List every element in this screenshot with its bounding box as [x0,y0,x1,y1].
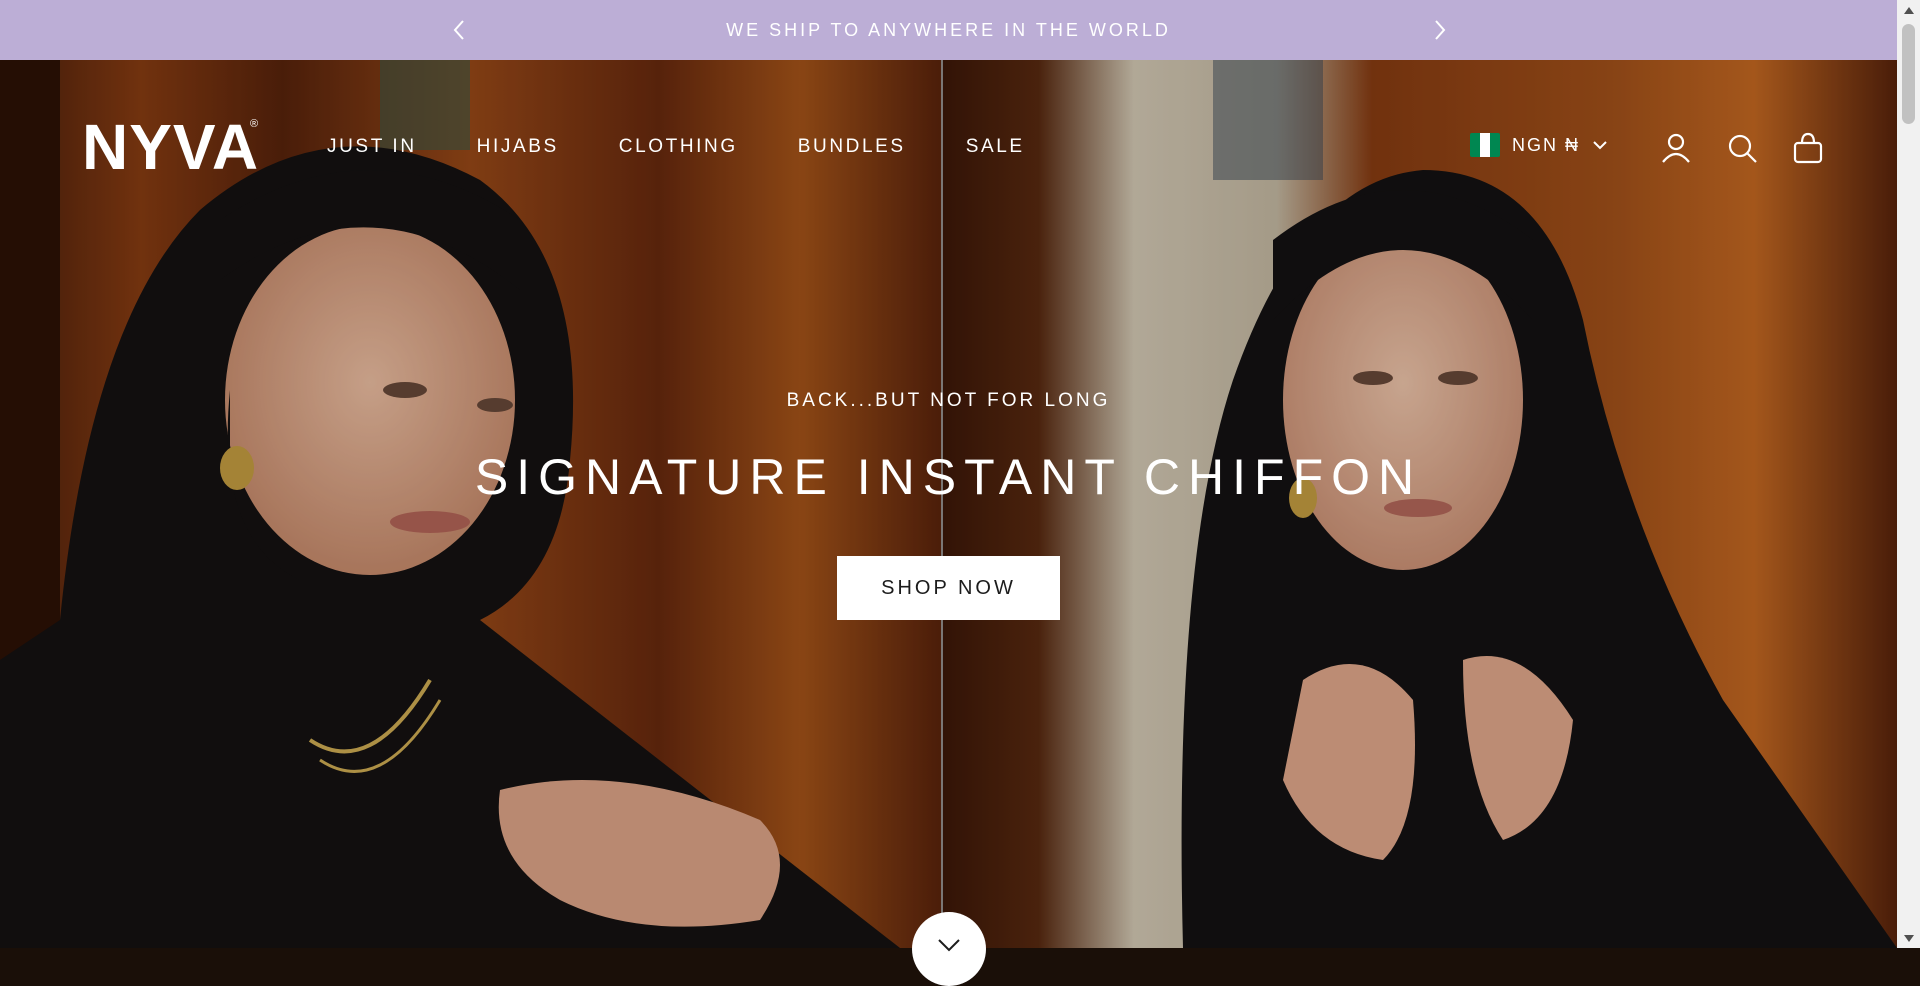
triangle-up-icon [1903,6,1914,14]
nav-bundles[interactable]: BUNDLES [798,136,906,158]
chevron-right-icon [1435,20,1446,40]
scroll-down-arrow[interactable] [1902,932,1915,944]
scroll-down-button[interactable] [912,912,986,986]
nav-clothing[interactable]: CLOTHING [619,136,738,158]
chevron-down-icon [1593,141,1607,150]
chevron-down-icon [938,939,960,952]
main-nav: JUST IN HIJABS CLOTHING BUNDLES SALE [327,136,1085,158]
shop-now-button[interactable]: SHOP NOW [837,556,1060,620]
search-button[interactable] [1724,130,1760,166]
registered-mark: ® [250,118,259,130]
nav-hijabs[interactable]: HIJABS [477,136,559,158]
site-header: NYVA ® JUST IN HIJABS CLOTHING BUNDLES S… [0,60,1897,180]
announcement-prev-button[interactable] [445,16,473,44]
nav-just-in[interactable]: JUST IN [327,136,417,158]
page-scrollbar[interactable] [1897,0,1920,948]
account-button[interactable] [1658,130,1694,166]
triangle-down-icon [1903,934,1914,942]
scroll-thumb[interactable] [1902,24,1915,124]
cart-bag-icon [1793,132,1823,164]
announcement-bar: WE SHIP TO ANYWHERE IN THE WORLD [0,0,1897,60]
scroll-up-arrow[interactable] [1902,4,1915,16]
search-icon [1728,134,1757,163]
brand-logo[interactable]: NYVA [82,115,259,179]
nav-sale[interactable]: SALE [966,136,1025,158]
account-icon [1662,133,1690,163]
hero-subtitle: BACK...BUT NOT FOR LONG [786,390,1111,411]
announcement-next-button[interactable] [1426,16,1454,44]
chevron-left-icon [453,20,464,40]
hero-title: SIGNATURE INSTANT CHIFFON [474,449,1423,505]
cart-button[interactable] [1790,130,1826,166]
currency-label: NGN ₦ [1512,134,1580,155]
currency-selector[interactable]: NGN ₦ [1470,133,1608,157]
nigeria-flag-icon [1470,133,1500,157]
announcement-text: WE SHIP TO ANYWHERE IN THE WORLD [726,19,1171,40]
